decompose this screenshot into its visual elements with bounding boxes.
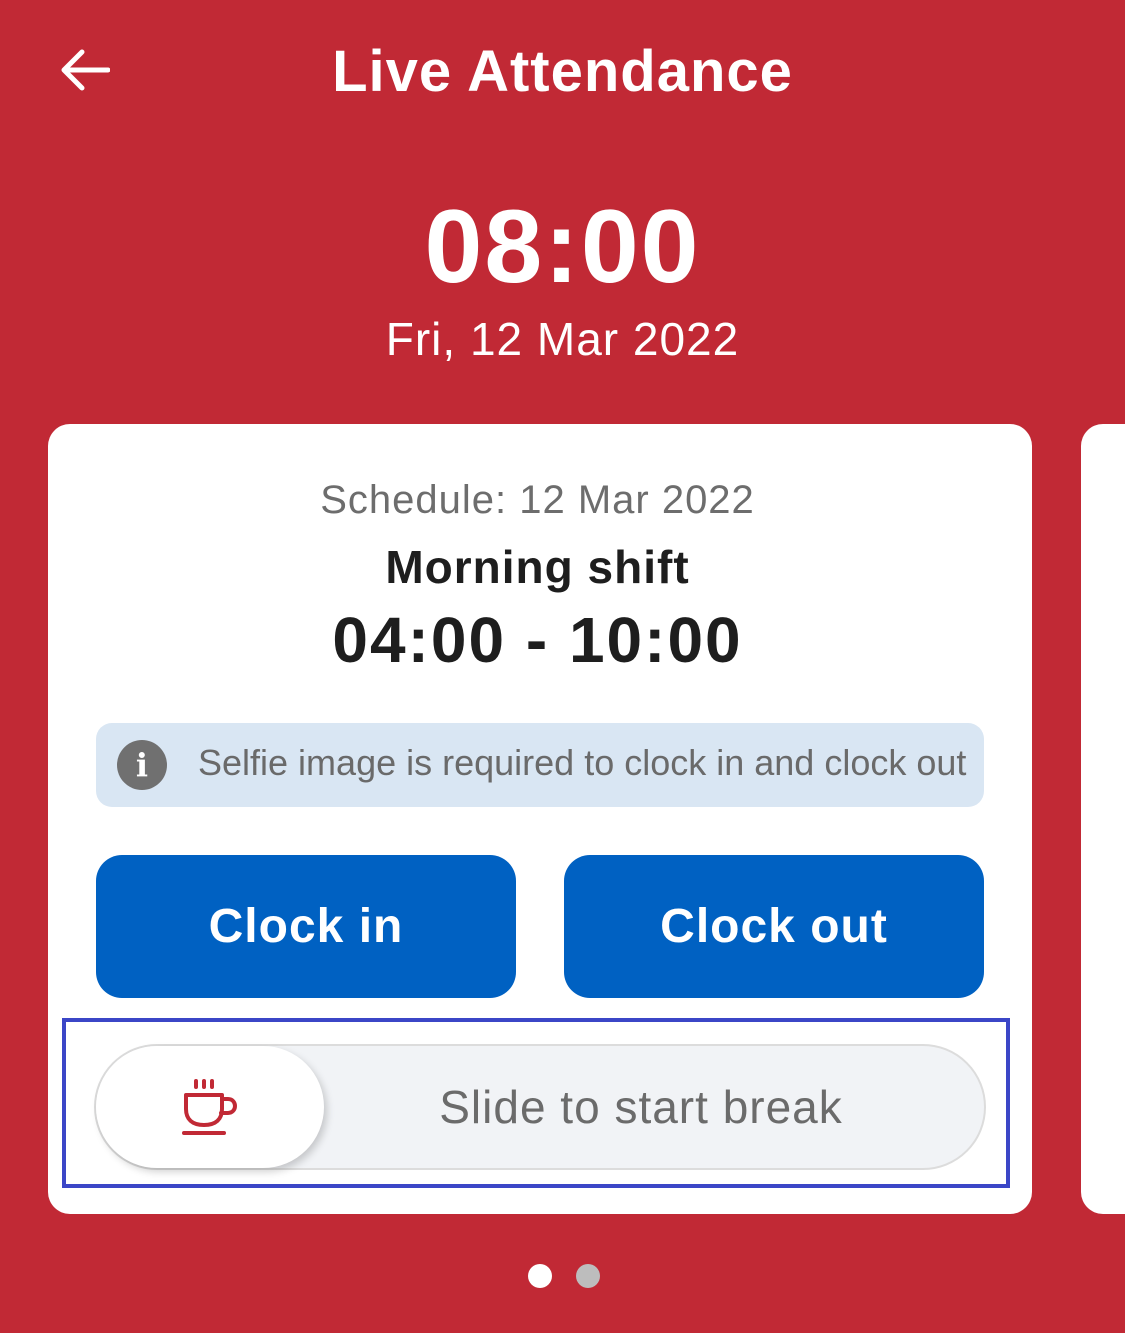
page-indicator-dot-active[interactable]: [528, 1264, 552, 1288]
coffee-cup-icon: [182, 1079, 237, 1135]
info-icon: i: [117, 740, 167, 790]
current-time: 08:00: [424, 189, 701, 305]
next-card-peek[interactable]: [1081, 424, 1125, 1214]
current-date: Fri, 12 Mar 2022: [385, 313, 740, 365]
schedule-date: Schedule: 12 Mar 2022: [320, 478, 755, 522]
page-title: Live Attendance: [332, 39, 793, 104]
info-text: Selfie image is required to clock in and…: [198, 742, 967, 783]
header: Live Attendance: [0, 0, 1125, 140]
clock-in-button[interactable]: Clock in: [96, 855, 516, 998]
page-indicator-dot[interactable]: [576, 1264, 600, 1288]
clock-out-button[interactable]: Clock out: [564, 855, 984, 998]
shift-name: Morning shift: [385, 541, 690, 593]
shift-time: 04:00 - 10:00: [332, 604, 743, 676]
break-slider-thumb[interactable]: [96, 1046, 324, 1168]
break-slider-label: Slide to start break: [439, 1081, 843, 1133]
